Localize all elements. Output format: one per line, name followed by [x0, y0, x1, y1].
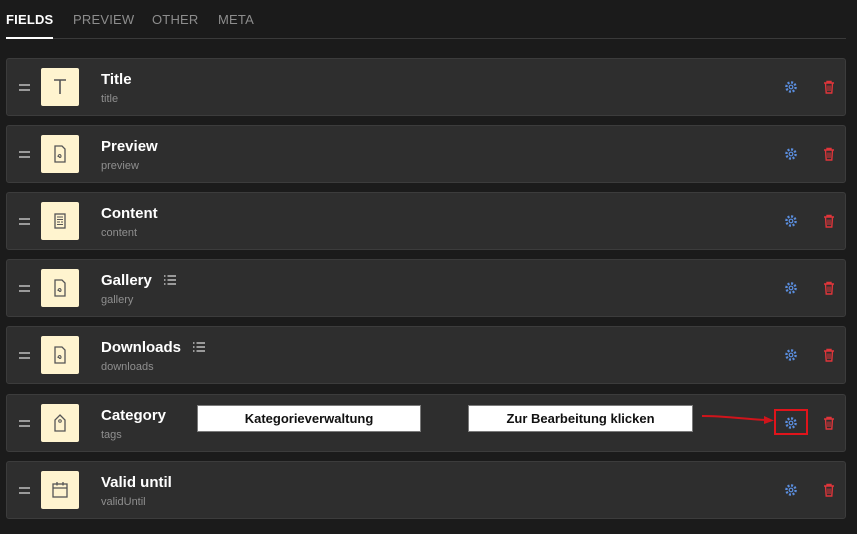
tab-meta[interactable]: META	[218, 12, 254, 27]
field-row-valid-until[interactable]: Valid until validUntil	[6, 461, 846, 519]
gear-highlight-box	[774, 409, 808, 435]
field-name: Downloads	[101, 339, 182, 356]
tab-preview[interactable]: PREVIEW	[73, 12, 134, 27]
arrow-icon	[701, 415, 774, 424]
trash-icon[interactable]	[823, 214, 835, 228]
trash-icon[interactable]	[823, 483, 835, 497]
field-name: Valid until	[101, 474, 172, 491]
field-key: content	[101, 227, 138, 239]
field-row-title[interactable]: Title title	[6, 58, 846, 116]
field-key: title	[101, 93, 119, 105]
calendar-icon	[41, 471, 79, 509]
field-name: Content	[101, 205, 158, 222]
file-icon	[41, 336, 79, 374]
drag-handle-icon[interactable]	[19, 84, 30, 91]
gear-icon[interactable]	[784, 483, 798, 497]
file-icon	[41, 135, 79, 173]
field-row-gallery[interactable]: Gallery gallery	[6, 259, 846, 317]
drag-handle-icon[interactable]	[19, 151, 30, 158]
gear-icon[interactable]	[784, 281, 798, 295]
field-key: validUntil	[101, 496, 146, 508]
field-key: tags	[101, 429, 122, 441]
trash-icon[interactable]	[823, 281, 835, 295]
drag-handle-icon[interactable]	[19, 487, 30, 494]
field-key: downloads	[101, 361, 154, 373]
field-name: Category	[101, 407, 167, 424]
edit-hint-callout: Zur Bearbeitung klicken	[468, 405, 693, 432]
drag-handle-icon[interactable]	[19, 285, 30, 292]
field-row-content[interactable]: Content content	[6, 192, 846, 250]
field-key: preview	[101, 160, 139, 172]
tab-fields[interactable]: FIELDS	[6, 12, 54, 39]
gear-icon[interactable]	[784, 147, 798, 161]
text-type-icon	[41, 68, 79, 106]
file-icon	[41, 269, 79, 307]
category-management-callout: Kategorieverwaltung	[197, 405, 421, 432]
field-name: Gallery	[101, 272, 152, 289]
list-icon	[193, 342, 205, 352]
tab-bar: FIELDS PREVIEW OTHER META	[6, 0, 846, 39]
tag-icon	[41, 404, 79, 442]
list-icon	[164, 275, 176, 285]
trash-icon[interactable]	[823, 147, 835, 161]
drag-handle-icon[interactable]	[19, 218, 30, 225]
field-key: gallery	[101, 294, 134, 306]
field-name: Title	[101, 71, 132, 88]
trash-icon[interactable]	[823, 416, 835, 430]
field-row-preview[interactable]: Preview preview	[6, 125, 846, 183]
gear-icon[interactable]	[784, 80, 798, 94]
field-name: Preview	[101, 138, 158, 155]
drag-handle-icon[interactable]	[19, 352, 30, 359]
gear-icon[interactable]	[784, 214, 798, 228]
field-row-downloads[interactable]: Downloads downloads	[6, 326, 846, 384]
document-icon	[41, 202, 79, 240]
drag-handle-icon[interactable]	[19, 420, 30, 427]
tab-other[interactable]: OTHER	[152, 12, 199, 27]
trash-icon[interactable]	[823, 80, 835, 94]
gear-icon[interactable]	[784, 348, 798, 362]
trash-icon[interactable]	[823, 348, 835, 362]
